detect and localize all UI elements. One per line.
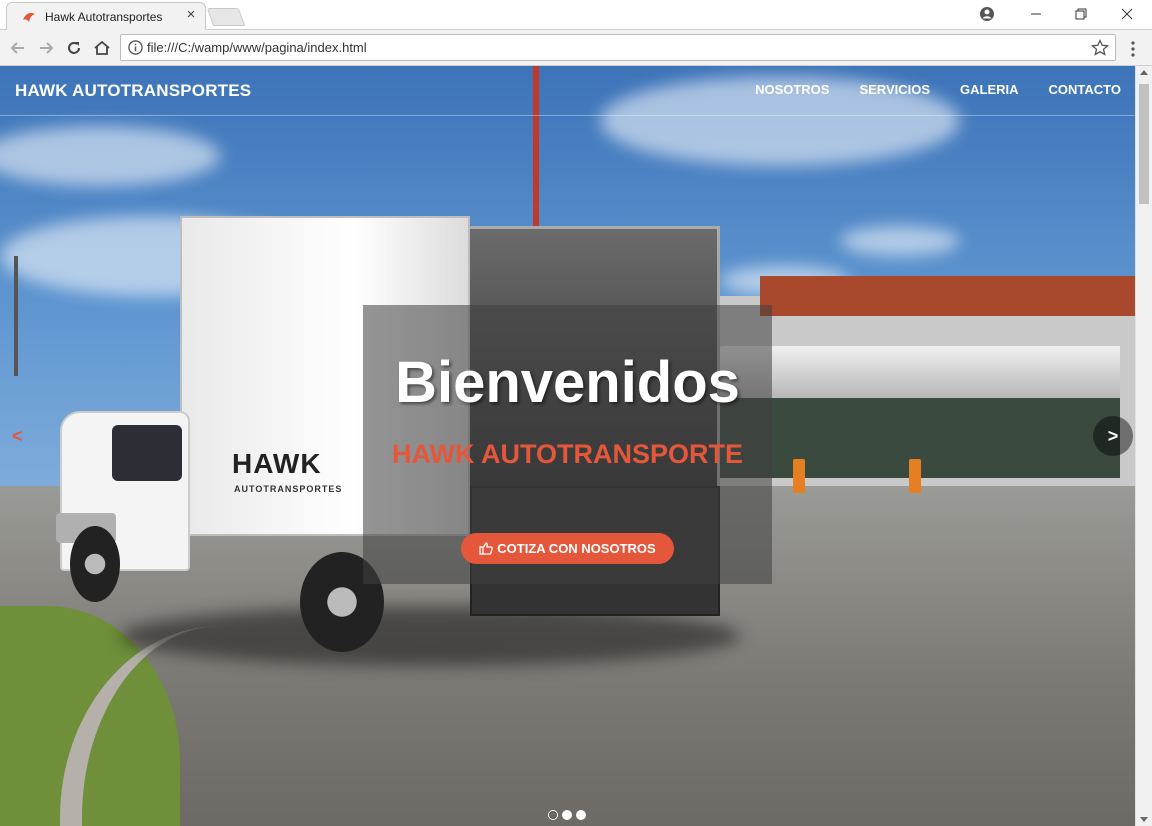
carousel-indicator[interactable] xyxy=(548,810,558,820)
truck-logo-text: HAWK xyxy=(232,448,322,479)
tab-strip: Hawk Autotransportes × xyxy=(0,0,1152,30)
carousel-indicator[interactable] xyxy=(562,810,572,820)
tab-close-icon[interactable]: × xyxy=(183,7,199,23)
hero-title: Bienvenidos xyxy=(395,350,740,415)
browser-tab[interactable]: Hawk Autotransportes × xyxy=(6,2,206,30)
bookmark-star-icon[interactable] xyxy=(1091,39,1109,57)
close-window-icon[interactable] xyxy=(1104,0,1150,28)
back-arrow-icon[interactable] xyxy=(8,38,28,58)
reload-icon[interactable] xyxy=(64,38,84,58)
new-tab-button[interactable] xyxy=(206,8,246,26)
truck-logo-subtext: AUTOTRANSPORTES xyxy=(234,484,343,494)
site-brand[interactable]: HAWK AUTOTRANSPORTES xyxy=(15,81,251,101)
nav-link-nosotros[interactable]: NOSOTROS xyxy=(755,82,829,97)
carousel-indicator[interactable] xyxy=(576,810,586,820)
forward-arrow-icon[interactable] xyxy=(36,38,56,58)
home-icon[interactable] xyxy=(92,38,112,58)
nav-link-contacto[interactable]: CONTACTO xyxy=(1049,82,1121,97)
nav-link-galeria[interactable]: GALERIA xyxy=(960,82,1019,97)
site-navbar: HAWK AUTOTRANSPORTES NOSOTROS SERVICIOS … xyxy=(0,66,1135,116)
carousel-next-button[interactable]: > xyxy=(1093,416,1133,456)
profile-icon[interactable] xyxy=(964,0,1010,28)
truck-wheel xyxy=(70,526,120,602)
thumbs-up-icon xyxy=(479,542,494,555)
scrollbar-thumb[interactable] xyxy=(1139,84,1149,204)
browser-toolbar: file:///C:/wamp/www/pagina/index.html xyxy=(0,30,1152,66)
bollard xyxy=(793,459,805,493)
carousel-indicators xyxy=(548,810,586,820)
page-viewport: HAWK AUTOTRANSPORTES HAWK AUTOTRANSPORTE… xyxy=(0,66,1135,826)
tab-title: Hawk Autotransportes xyxy=(45,10,163,24)
nav-links: NOSOTROS SERVICIOS GALERIA CONTACTO xyxy=(755,82,1121,97)
quote-cta-label: COTIZA CON NOSOTROS xyxy=(497,541,656,556)
info-icon[interactable] xyxy=(128,40,143,55)
hero-subtitle: HAWK AUTOTRANSPORTE xyxy=(392,439,743,469)
hawk-favicon-icon xyxy=(23,12,35,22)
url-text[interactable]: file:///C:/wamp/www/pagina/index.html xyxy=(147,40,367,55)
browser-menu-icon[interactable] xyxy=(1126,38,1140,60)
scroll-up-icon[interactable] xyxy=(1140,70,1148,75)
cloud xyxy=(840,226,960,256)
bollard xyxy=(909,459,921,493)
hero-caption: Bienvenidos HAWK AUTOTRANSPORTE COTIZA C… xyxy=(363,305,772,584)
carousel-prev-button[interactable]: < xyxy=(12,426,32,448)
minimize-icon[interactable] xyxy=(1013,0,1059,28)
light-pole xyxy=(14,256,18,376)
restore-icon[interactable] xyxy=(1058,0,1104,28)
nav-link-servicios[interactable]: SERVICIOS xyxy=(859,82,930,97)
quote-cta-button[interactable]: COTIZA CON NOSOTROS xyxy=(461,533,674,564)
address-bar[interactable]: file:///C:/wamp/www/pagina/index.html xyxy=(120,34,1116,61)
page-scrollbar[interactable] xyxy=(1135,66,1152,826)
scroll-down-icon[interactable] xyxy=(1140,817,1148,822)
